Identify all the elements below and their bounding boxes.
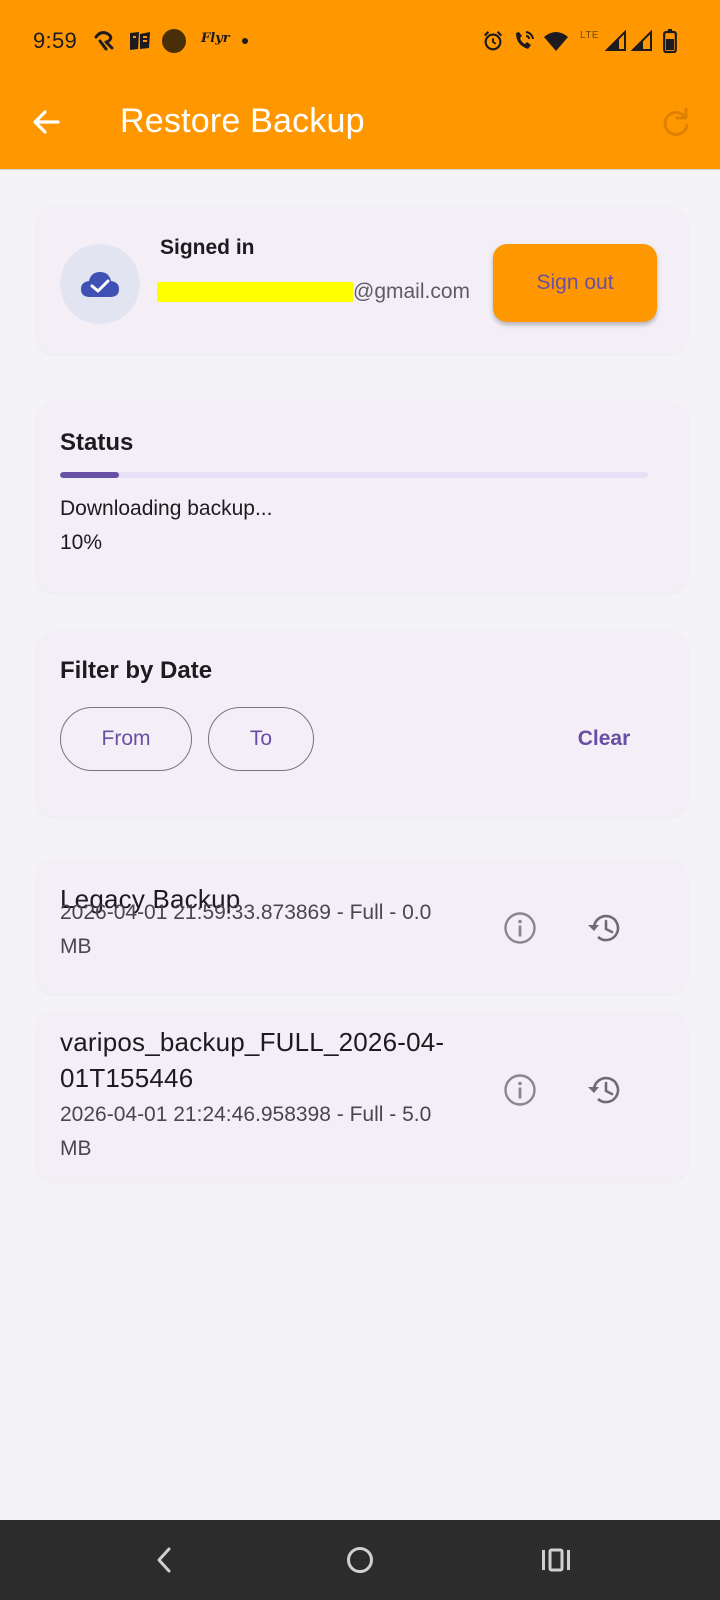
status-percent: 10%: [60, 531, 103, 554]
system-nav-bar: [0, 1520, 720, 1600]
sign-out-button[interactable]: Sign out: [493, 244, 657, 322]
backup-name: varipos_backup_FULL_2026-04-01T155446: [60, 1027, 445, 1093]
signal-strength-icon: [604, 28, 628, 54]
clear-filter-button[interactable]: Clear: [554, 707, 654, 771]
flyr-notification-label: Flyr: [201, 31, 230, 46]
status-card: Status Downloading backup... 10%: [36, 401, 688, 593]
swiggy-notification-icon: [90, 28, 120, 54]
nav-back-button[interactable]: [140, 1538, 188, 1582]
backup-name: Legacy Backup: [60, 858, 480, 914]
signed-in-label: Signed in: [160, 236, 255, 259]
filter-card: Filter by Date From To Clear: [36, 631, 688, 817]
paytm-notification-icon: [126, 28, 154, 54]
to-date-button[interactable]: To: [208, 707, 314, 771]
status-message: Downloading backup...: [60, 497, 273, 520]
nav-recents-icon: [542, 1548, 570, 1572]
backup-list-item[interactable]: Legacy Backup 2026-04-01 21:59:33.873869…: [36, 858, 688, 994]
more-notifications-dot-icon: [238, 28, 252, 54]
account-avatar: [60, 244, 140, 324]
app-bar: 9:59 Flyr LTE Restore Backup: [0, 0, 720, 170]
restore-history-icon: [588, 914, 620, 942]
filter-title: Filter by Date: [60, 657, 213, 684]
backup-restore-button[interactable]: [580, 904, 628, 952]
wifi-icon: [542, 28, 570, 54]
account-card: Signed in @gmail.com Sign out: [36, 206, 688, 354]
nav-back-icon: [157, 1547, 171, 1573]
backup-meta: 2026-04-01 21:59:33.873869 - Full - 0.0 …: [60, 901, 432, 958]
backup-meta: 2026-04-01 21:24:46.958398 - Full - 5.0 …: [60, 1103, 432, 1160]
status-bar: 9:59 Flyr LTE: [0, 0, 720, 84]
info-icon: [504, 912, 536, 944]
refresh-icon: [663, 107, 689, 136]
battery-icon: [660, 28, 680, 54]
back-button[interactable]: [28, 104, 68, 144]
page-title: Restore Backup: [120, 102, 365, 140]
info-icon: [504, 1074, 536, 1106]
wifi-calling-icon: [510, 28, 538, 54]
backup-info-button[interactable]: [496, 1066, 544, 1114]
nav-home-button[interactable]: [336, 1538, 384, 1582]
backup-restore-button[interactable]: [580, 1066, 628, 1114]
refresh-button[interactable]: [660, 106, 700, 146]
download-progress-bar: [60, 472, 648, 478]
cloud-done-icon: [81, 272, 119, 297]
nav-home-icon: [347, 1547, 373, 1573]
circle-notification-icon: [160, 28, 188, 54]
lte-label: LTE: [580, 30, 600, 41]
status-title: Status: [60, 429, 134, 456]
nav-recents-button[interactable]: [532, 1538, 580, 1582]
arrow-back-icon: [33, 110, 60, 134]
email-redaction: [157, 282, 353, 303]
from-date-button[interactable]: From: [60, 707, 192, 771]
backup-list-item[interactable]: varipos_backup_FULL_2026-04-01T155446 20…: [36, 1010, 688, 1182]
backup-info-button[interactable]: [496, 904, 544, 952]
alarm-icon: [480, 28, 506, 54]
restore-history-icon: [588, 1076, 620, 1104]
account-email: @gmail.com: [157, 274, 480, 310]
status-clock: 9:59: [33, 28, 78, 53]
account-email-domain: @gmail.com: [353, 280, 471, 303]
download-progress-fill: [60, 472, 119, 478]
signal-strength-2-icon: [630, 28, 654, 54]
